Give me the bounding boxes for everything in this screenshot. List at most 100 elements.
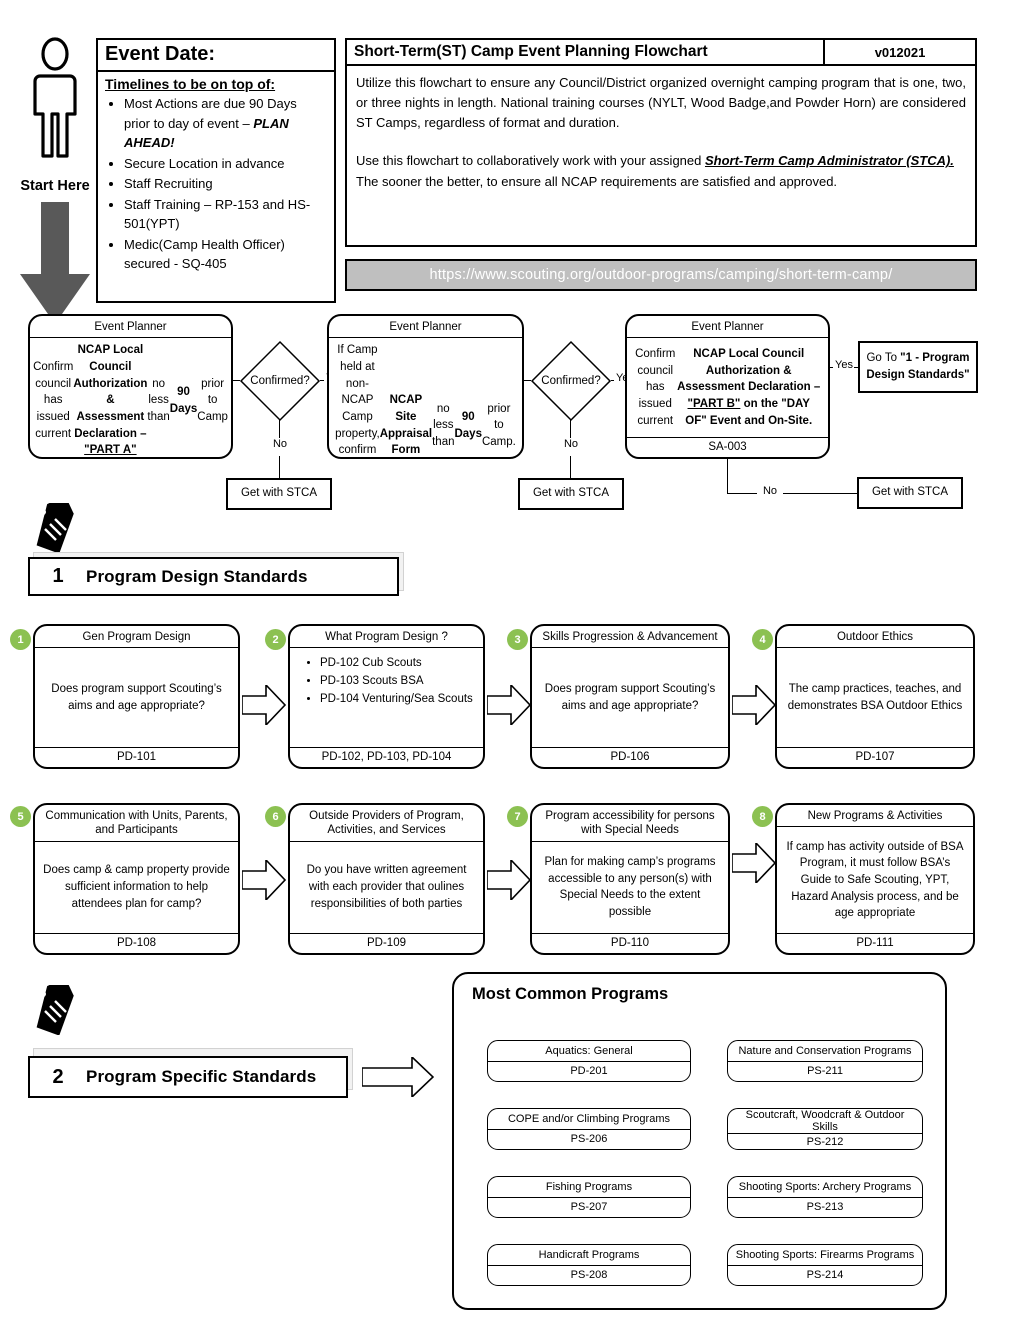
connector-no-1b [279,456,281,478]
pd-card-2-header: What Program Design ? [290,626,483,649]
pd-card-1-body: Does program support Scouting’s aims and… [35,648,238,748]
program-pill-scoutcraft-code: PS-212 [806,1135,844,1148]
decision-diamond-1: Confirmed? [239,340,321,422]
no-label-2: No [556,438,586,450]
pd-card-4: Outdoor Ethics The camp practices, teach… [775,624,975,769]
program-pill-archery-title: Shooting Sports: Archery Programs [728,1177,922,1198]
program-pill-scoutcraft-title: Scoutcraft, Woodcraft & Outdoor Skills [728,1109,922,1134]
section-1-title: Program Design Standards [86,566,308,586]
program-pill-fishing[interactable]: Fishing Programs PS-207 [487,1176,691,1218]
pd-card-3-code: PD-106 [610,751,650,763]
event-date-subtitle: Timelines to be on top of: [105,76,276,92]
stca-box-1: Get with STCA [226,478,332,510]
pd-card-4-header: Outdoor Ethics [777,626,973,649]
program-pill-fishing-code: PS-207 [570,1201,608,1214]
start-here-group: Start Here [14,36,96,324]
pd-card-3-header: Skills Progression & Advancement [532,626,728,649]
pd-badge-1: 1 [10,629,31,650]
event-date-box: Event Date: Timelines to be on top of: M… [96,38,336,303]
pd-card-6-body: Do you have written agreement with each … [290,842,483,934]
pd-card-8-code: PD-111 [856,937,894,949]
pd-badge-4: 4 [752,629,773,650]
sa-box-1-header: Event Planner [30,316,231,339]
pd-badge-2: 2 [265,629,286,650]
pd-card-2: What Program Design ? PD-102 Cub ScoutsP… [288,624,485,769]
person-icon [33,37,77,158]
list-item: Staff Recruiting [124,174,326,194]
flowchart-title-bar: Short-Term(ST) Camp Event Planning Flowc… [345,38,977,66]
program-pill-handicraft[interactable]: Handicraft Programs PS-208 [487,1244,691,1286]
section-2-title: Program Specific Standards [86,1067,317,1086]
program-pill-archery-code: PS-213 [806,1201,844,1214]
arrow-right-icon-6 [732,843,776,883]
sa-box-2-body: If Camp held at non-NCAP Camp property, … [329,338,522,457]
program-pill-firearms[interactable]: Shooting Sports: Firearms Programs PS-21… [727,1244,923,1286]
down-arrow-icon [20,202,90,324]
pd-badge-3: 3 [507,629,528,650]
start-here-label: Start Here [20,178,90,194]
pd-badge-6: 6 [265,806,286,827]
decision-diamond-2: Confirmed? [530,340,612,422]
list-item: PD-103 Scouts BSA [320,673,475,690]
pd-card-3-body: Does program support Scouting’s aims and… [532,648,728,748]
stca-box-2: Get with STCA [518,478,624,510]
list-item: Most Actions are due 90 Days prior to da… [124,94,326,153]
program-pill-archery[interactable]: Shooting Sports: Archery Programs PS-213 [727,1176,923,1218]
tag-icon [36,503,74,553]
pd-card-6-header: Outside Providers of Program, Activities… [290,805,483,842]
pd-card-2-code: PD-102, PD-103, PD-104 [321,751,452,763]
sa-box-1: Event Planner Confirm council has issued… [28,314,233,459]
no-label-3: No [757,485,783,497]
program-pill-scoutcraft[interactable]: Scoutcraft, Woodcraft & Outdoor Skills P… [727,1108,923,1150]
section-1-header: 1 Program Design Standards [28,557,399,596]
flowchart-description: Utilize this flowchart to ensure any Cou… [345,66,977,247]
arrow-right-icon-5 [487,860,531,900]
pd-card-8: New Programs & Activities If camp has ac… [775,803,975,955]
section-2-header: 2 Program Specific Standards [28,1056,348,1098]
pd-card-2-body: PD-102 Cub ScoutsPD-103 Scouts BSAPD-104… [290,648,483,748]
pd-card-1: Gen Program Design Does program support … [33,624,240,769]
goto-program-design-label: Go To "1 - Program Design Standards" [866,351,970,381]
sa-box-3-body: Confirm council has issued current NCAP … [627,338,828,438]
list-item: Secure Location in advance [124,154,326,174]
pd-card-5-code: PD-108 [117,937,156,949]
list-item: PD-104 Venturing/Sea Scouts [320,691,475,708]
tag-icon-2 [36,985,74,1035]
program-pill-cope-title: COPE and/or Climbing Programs [488,1109,690,1130]
arrow-right-icon-1 [242,685,286,725]
program-pill-cope-code: PS-206 [570,1133,608,1146]
description-paragraph-1: Utilize this flowchart to ensure any Cou… [356,75,966,131]
pd-card-7-body: Plan for making camp’s programs accessib… [532,842,728,934]
goto-program-design-box[interactable]: Go To "1 - Program Design Standards" [858,341,978,393]
yes-label-3: Yes [833,359,855,371]
pd-card-5-body: Does camp & camp property provide suffic… [35,842,238,934]
no-label-1: No [265,438,295,450]
pd-card-6: Outside Providers of Program, Activities… [288,803,485,955]
description-paragraph-3: The sooner the better, to ensure all NCA… [356,173,838,189]
pd-card-4-code: PD-107 [855,751,895,763]
pd-card-2-bullets: PD-102 Cub ScoutsPD-103 Scouts BSAPD-104… [304,655,475,707]
list-item: Staff Training – RP-153 and HS-501(YPT) [124,195,326,234]
program-pill-nature-title: Nature and Conservation Programs [728,1041,922,1062]
arrow-right-icon-7 [362,1057,434,1097]
pd-card-5-header: Communication with Units, Parents, and P… [35,805,238,842]
pd-card-5: Communication with Units, Parents, and P… [33,803,240,955]
decision-diamond-1-label: Confirmed? [250,375,310,387]
sa-box-3: Event Planner Confirm council has issued… [625,314,830,459]
program-pill-aquatics[interactable]: Aquatics: General PD-201 [487,1040,691,1082]
pd-card-7-code: PD-110 [610,937,650,949]
pd-card-6-code: PD-109 [367,937,406,949]
pd-card-1-header: Gen Program Design [35,626,238,649]
pd-card-7: Program accessibility for persons with S… [530,803,730,955]
pd-badge-5: 5 [10,806,31,827]
pd-card-4-body: The camp practices, teaches, and demonst… [777,648,973,748]
arrow-right-icon-3 [732,685,776,725]
program-pill-cope[interactable]: COPE and/or Climbing Programs PS-206 [487,1108,691,1150]
scouting-url-link[interactable]: https://www.scouting.org/outdoor-program… [345,259,977,291]
connector-no-1a [279,420,281,438]
sa-box-1-body: Confirm council has issued current NCAP … [30,338,231,457]
program-pill-nature[interactable]: Nature and Conservation Programs PS-211 [727,1040,923,1082]
decision-diamond-2-label: Confirmed? [541,375,601,387]
section-2-number: 2 [52,1065,64,1088]
description-paragraph-2: Use this flowchart to collaboratively wo… [356,153,954,169]
